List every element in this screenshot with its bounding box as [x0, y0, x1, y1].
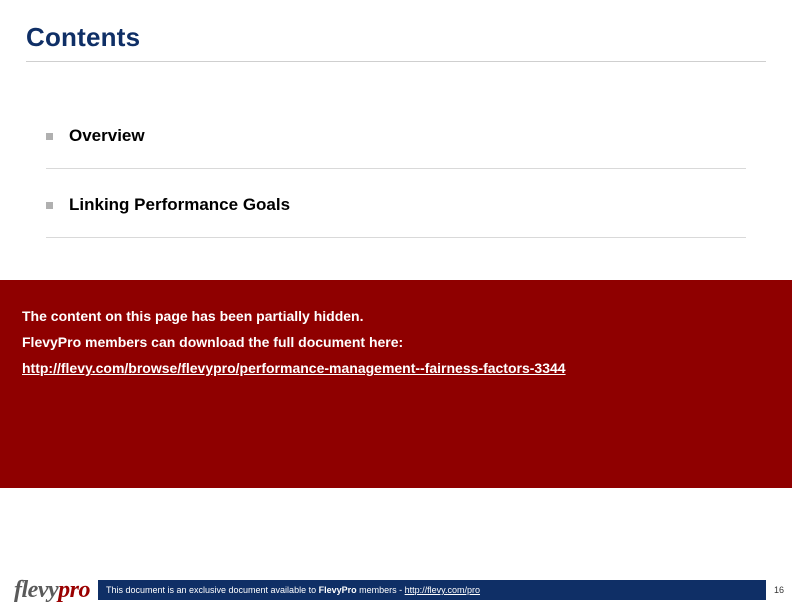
- footer-message: This document is an exclusive document a…: [106, 585, 480, 595]
- table-of-contents: Overview Linking Performance Goals: [0, 70, 792, 238]
- flevypro-logo: flevypro: [0, 577, 98, 604]
- toc-item-label: Overview: [69, 126, 145, 146]
- footer-msg-prefix: This document is an exclusive document a…: [106, 585, 319, 595]
- bullet-square-icon: [46, 202, 53, 209]
- bullet-square-icon: [46, 133, 53, 140]
- notice-line: FlevyPro members can download the full d…: [22, 334, 770, 350]
- slide-page: Contents Overview Linking Performance Go…: [0, 0, 792, 612]
- hidden-content-notice: The content on this page has been partia…: [0, 280, 792, 488]
- page-title: Contents: [26, 22, 766, 53]
- footer-bar: This document is an exclusive document a…: [98, 580, 766, 600]
- list-item: Linking Performance Goals: [46, 169, 746, 238]
- notice-line: The content on this page has been partia…: [22, 308, 770, 324]
- footer-link[interactable]: http://flevy.com/pro: [405, 585, 480, 595]
- logo-text-flevy: flevy: [14, 577, 58, 604]
- download-link[interactable]: http://flevy.com/browse/flevypro/perform…: [22, 360, 566, 376]
- footer: flevypro This document is an exclusive d…: [0, 568, 792, 612]
- title-divider: [26, 61, 766, 62]
- toc-item-label: Linking Performance Goals: [69, 195, 290, 215]
- footer-msg-mid: members -: [357, 585, 405, 595]
- page-number: 16: [766, 585, 792, 595]
- logo-text-pro: pro: [58, 577, 90, 604]
- footer-msg-brand: FlevyPro: [319, 585, 357, 595]
- title-area: Contents: [0, 0, 792, 70]
- list-item: Overview: [46, 100, 746, 169]
